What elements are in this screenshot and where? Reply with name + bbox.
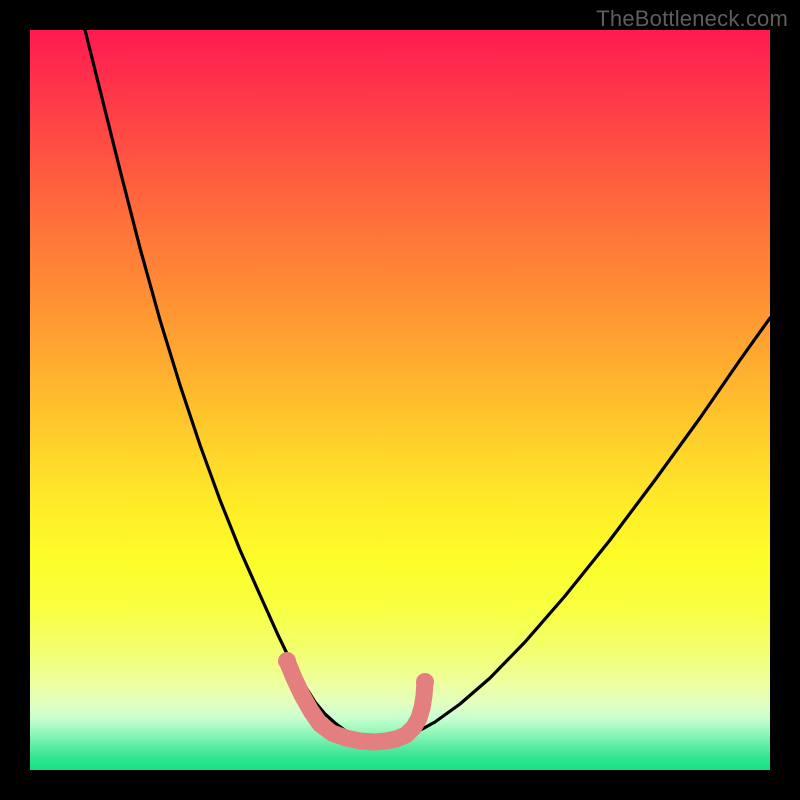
curve-layer xyxy=(30,30,770,770)
plot-area xyxy=(30,30,770,770)
flat-zone-highlight xyxy=(287,661,425,742)
flat-zone-end-dot xyxy=(278,652,296,670)
chart-frame: TheBottleneck.com xyxy=(0,0,800,800)
bottleneck-curve xyxy=(85,30,770,741)
watermark-label: TheBottleneck.com xyxy=(596,6,788,32)
flat-zone-end-dot xyxy=(416,673,434,691)
